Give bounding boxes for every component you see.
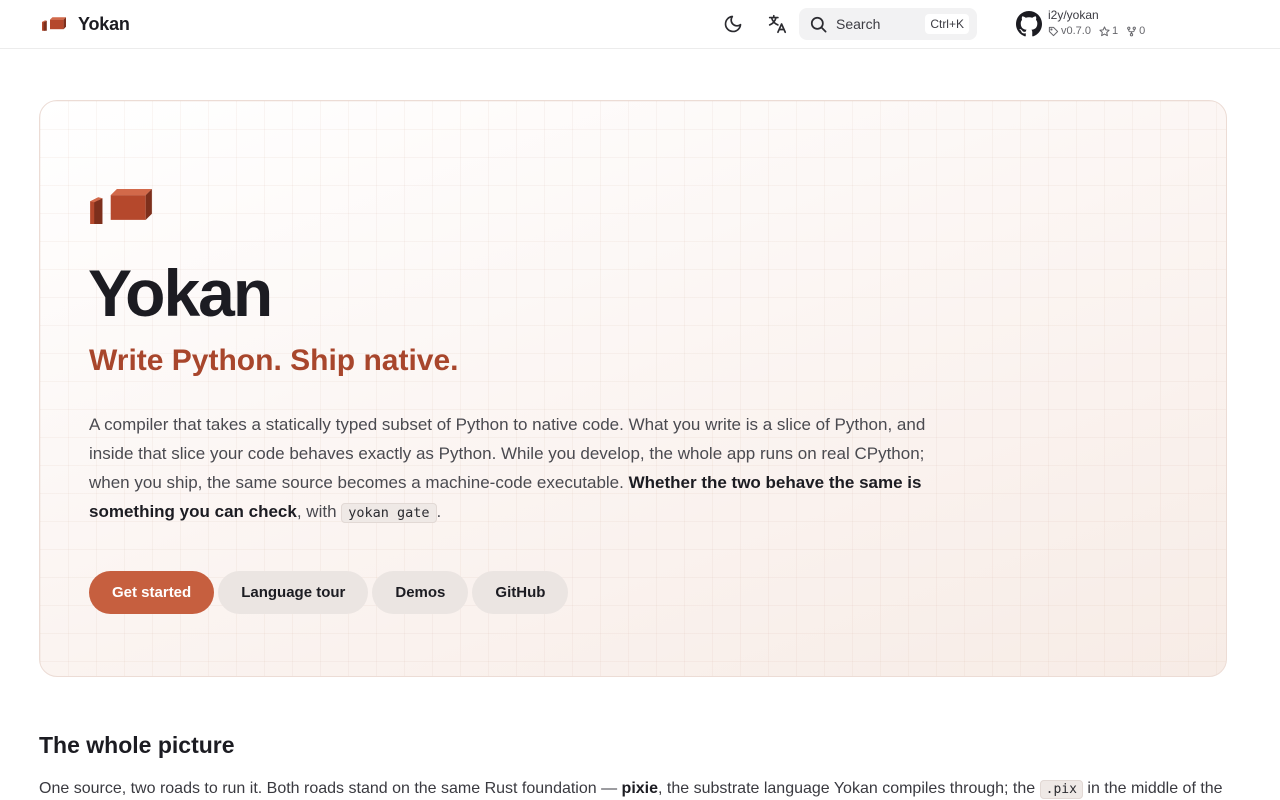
moon-icon [724,15,742,33]
hero-actions: Get started Language tour Demos GitHub [89,571,572,614]
hero-description: A compiler that takes a statically typed… [89,410,969,528]
search-button[interactable]: Search Ctrl+K [799,8,977,40]
hero-desc-text-2: , with [296,502,342,521]
section-para-text: One source, two roads to run it. Both ro… [39,780,622,797]
hero-section: Yokan Write Python. Ship native. A compi… [39,100,1227,677]
hero-desc-end: . [436,502,442,521]
top-nav: Yokan Search Ctrl+K i2y/yokan v0.7.0 1 0 [0,0,1280,49]
hero-title: Yokan [88,256,273,330]
hero-tagline: Write Python. Ship native. [89,344,459,377]
search-label: Search [836,16,881,32]
brand-link[interactable]: Yokan [42,10,130,38]
theme-toggle-button[interactable] [719,10,747,38]
get-started-button[interactable]: Get started [89,571,215,614]
section-para-text-2: , the substrate language Yokan compiles … [658,780,1040,797]
repo-link[interactable]: i2y/yokan v0.7.0 1 0 [1016,8,1153,37]
translate-icon [768,14,787,34]
language-button[interactable] [763,10,791,38]
yokan-logo-icon [42,17,66,31]
language-tour-button[interactable]: Language tour [218,571,369,614]
repo-info: i2y/yokan v0.7.0 1 0 [1048,8,1153,37]
github-icon [1016,11,1042,37]
section-para-text-3: in the middle of the [1082,780,1223,797]
tag-icon [1048,26,1059,36]
section-para-code: .pix [1039,780,1083,799]
repo-stats: v0.7.0 1 0 [1048,25,1153,37]
repo-stars: 1 [1099,25,1118,37]
fork-icon [1127,26,1136,36]
demos-button[interactable]: Demos [372,571,469,614]
repo-version-label: v0.7.0 [1061,25,1091,37]
repo-stars-count: 1 [1111,25,1119,37]
section-title: The whole picture [39,732,235,758]
repo-forks: 0 [1126,25,1145,37]
search-shortcut: Ctrl+K [925,14,969,34]
section-para-emphasis: pixie [621,780,659,797]
repo-forks-count: 0 [1139,25,1146,37]
github-button[interactable]: GitHub [472,571,569,614]
yokan-logo-icon [90,189,152,224]
repo-name: i2y/yokan [1048,8,1099,22]
search-icon [810,16,827,33]
brand-title: Yokan [78,13,130,34]
star-icon [1099,25,1110,36]
repo-version: v0.7.0 [1048,25,1091,37]
hero-desc-code: yokan gate [341,503,437,523]
section-paragraph: One source, two roads to run it. Both ro… [39,777,1239,800]
